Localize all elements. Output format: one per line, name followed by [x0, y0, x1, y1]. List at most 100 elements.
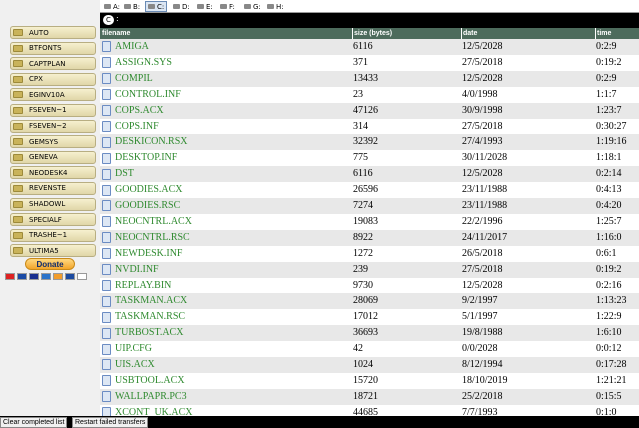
table-row[interactable]: COPS.INF 314 27/5/2018 0:30:27	[100, 118, 639, 135]
donate-button[interactable]: Donate	[25, 258, 75, 270]
folder-label: AUTO	[29, 28, 49, 37]
table-row[interactable]: TASKMAN.RSC 17012 5/1/1997 1:22:9	[100, 309, 639, 326]
folder-button[interactable]: AUTO	[10, 26, 96, 39]
folder-label: BTFONTS	[29, 44, 62, 53]
folder-button[interactable]: REVENSTE	[10, 181, 96, 195]
folder-icon	[13, 231, 23, 239]
table-row[interactable]: TURBOST.ACX 36693 19/8/1988 1:6:10	[100, 325, 639, 342]
table-row[interactable]: NEOCNTRL.ACX 19083 22/2/1996 1:25:7	[100, 213, 639, 230]
file-name-cell[interactable]: ASSIGN.SYS	[102, 55, 172, 71]
file-name-cell[interactable]: USBTOOL.ACX	[102, 373, 185, 389]
column-header-size[interactable]: size (bytes)	[352, 28, 461, 39]
clear-completed-button[interactable]: Clear completed list	[0, 417, 68, 428]
file-size-cell: 371	[353, 56, 368, 68]
file-icon	[102, 73, 111, 85]
folder-button[interactable]: GENEVA	[10, 150, 96, 164]
file-name-cell[interactable]: GOODIES.RSC	[102, 198, 180, 214]
folder-button[interactable]: CAPTPLAN	[10, 57, 96, 71]
file-name-cell[interactable]: DESKICON.RSX	[102, 134, 188, 150]
table-row[interactable]: NEOCNTRL.RSC 8922 24/11/2017 1:16:0	[100, 229, 639, 246]
file-name-cell[interactable]: REPLAY.BIN	[102, 278, 171, 294]
file-name-cell[interactable]: GOODIES.ACX	[102, 182, 183, 198]
table-row[interactable]: REPLAY.BIN 9730 12/5/2028 0:2:16	[100, 277, 639, 294]
table-row[interactable]: DESKICON.RSX 32392 27/4/1993 1:19:16	[100, 134, 639, 151]
file-name-cell[interactable]: NVDI.INF	[102, 262, 159, 278]
table-row[interactable]: DESKTOP.INF 775 30/11/2028 1:18:1	[100, 150, 639, 167]
drive-button[interactable]: C:	[145, 1, 168, 12]
drive-icon	[173, 4, 180, 9]
folder-button[interactable]: TRASHE~1	[10, 228, 96, 242]
current-drive-pill[interactable]: C	[103, 15, 114, 25]
folder-button[interactable]: SPECIALF	[10, 213, 96, 227]
file-name-cell[interactable]: COPS.INF	[102, 119, 159, 135]
table-row[interactable]: ASSIGN.SYS 371 27/5/2018 0:19:2	[100, 54, 639, 71]
folder-button[interactable]: FSEVEN~2	[10, 119, 96, 133]
file-name-cell[interactable]: WALLPAPR.PC3	[102, 389, 187, 405]
drive-bar: A: B: C: D: E: F: G: H:	[100, 0, 639, 13]
drive-button[interactable]: H:	[264, 1, 287, 12]
file-name-cell[interactable]: NEOCNTRL.ACX	[102, 214, 192, 230]
table-row[interactable]: DST 6116 12/5/2028 0:2:14	[100, 166, 639, 183]
folder-button[interactable]: GEMSYS	[10, 135, 96, 149]
table-row[interactable]: UIS.ACX 1024 8/12/1994 0:17:28	[100, 357, 639, 373]
table-row[interactable]: AMIGA 6116 12/5/2028 0:2:9	[100, 39, 639, 55]
table-row[interactable]: TASKMAN.ACX 28069 9/2/1997 1:13:23	[100, 293, 639, 310]
file-name-cell[interactable]: TASKMAN.RSC	[102, 309, 185, 325]
folder-icon	[13, 122, 23, 130]
column-header-time[interactable]: time	[595, 28, 639, 39]
drive-button[interactable]: E:	[194, 1, 216, 12]
drive-button[interactable]: G:	[241, 1, 264, 12]
file-icon	[102, 264, 111, 276]
file-name-cell[interactable]: XCONT_UK.ACX	[102, 405, 193, 416]
table-row[interactable]: CONTROL.INF 23 4/0/1998 1:1:7	[100, 86, 639, 103]
file-name-cell[interactable]: NEOCNTRL.RSC	[102, 230, 190, 246]
file-time-cell: 1:23:7	[596, 104, 622, 116]
file-name-cell[interactable]: NEWDESK.INF	[102, 246, 183, 262]
file-name: DESKTOP.INF	[115, 152, 178, 164]
file-time-cell: 1:21:21	[596, 374, 627, 386]
file-name-cell[interactable]: TASKMAN.ACX	[102, 293, 187, 309]
file-icon	[102, 216, 111, 228]
visa-icon	[29, 273, 39, 280]
folder-button[interactable]: EGINV10A	[10, 88, 96, 102]
file-name-cell[interactable]: UIS.ACX	[102, 357, 155, 373]
file-name-cell[interactable]: UIP.CFG	[102, 341, 152, 357]
drive-button[interactable]: B:	[121, 1, 143, 12]
folder-button[interactable]: NEODESK4	[10, 166, 96, 180]
table-row[interactable]: COPS.ACX 47126 30/9/1998 1:23:7	[100, 102, 639, 119]
table-row[interactable]: NVDI.INF 239 27/5/2018 0:19:2	[100, 261, 639, 278]
file-name-cell[interactable]: DST	[102, 166, 134, 182]
folder-button[interactable]: ULTIMA5	[10, 244, 96, 258]
table-row[interactable]: UIP.CFG 42 0/0/2028 0:0:12	[100, 341, 639, 357]
file-date-cell: 27/4/1993	[462, 136, 503, 148]
file-date-cell: 27/5/2018	[462, 120, 503, 132]
drive-button[interactable]: F:	[217, 1, 238, 12]
file-date-cell: 12/5/2028	[462, 41, 503, 52]
file-name-cell[interactable]: TURBOST.ACX	[102, 325, 183, 341]
table-row[interactable]: USBTOOL.ACX 15720 18/10/2019 1:21:21	[100, 372, 639, 389]
folder-list: AUTO BTFONTS CAPTPLAN CPX EGINV10A FSEVEN~1 FS…	[10, 26, 96, 260]
drive-button[interactable]: D:	[170, 1, 193, 12]
table-row[interactable]: COMPIL 13433 12/5/2028 0:2:9	[100, 70, 639, 87]
folder-icon	[13, 200, 23, 208]
drive-button[interactable]: A:	[101, 1, 123, 12]
file-name-cell[interactable]: CONTROL.INF	[102, 87, 181, 103]
table-row[interactable]: GOODIES.RSC 7274 23/11/1988 0:4:20	[100, 198, 639, 214]
table-row[interactable]: GOODIES.ACX 26596 23/11/1988 0:4:13	[100, 182, 639, 198]
column-header-filename[interactable]: filename	[102, 28, 130, 39]
file-name-cell[interactable]: AMIGA	[102, 39, 149, 55]
file-icon	[102, 327, 111, 339]
file-name-cell[interactable]: COPS.ACX	[102, 103, 164, 119]
restart-failed-button[interactable]: Restart failed transfers	[72, 417, 149, 428]
folder-button[interactable]: CPX	[10, 72, 96, 86]
table-row[interactable]: WALLPAPR.PC3 18721 25/2/2018 0:15:5	[100, 388, 639, 405]
table-row[interactable]: XCONT_UK.ACX 44685 7/7/1993 0:1:0	[100, 404, 639, 416]
folder-button[interactable]: SHADOWL	[10, 197, 96, 211]
column-header-date[interactable]: date	[461, 28, 595, 39]
table-row[interactable]: NEWDESK.INF 1272 26/5/2018 0:6:1	[100, 245, 639, 262]
file-name-cell[interactable]: COMPIL	[102, 71, 153, 87]
file-name-cell[interactable]: DESKTOP.INF	[102, 150, 177, 166]
folder-button[interactable]: FSEVEN~1	[10, 103, 96, 117]
folder-button[interactable]: BTFONTS	[10, 41, 96, 55]
file-size-cell: 314	[353, 120, 368, 132]
